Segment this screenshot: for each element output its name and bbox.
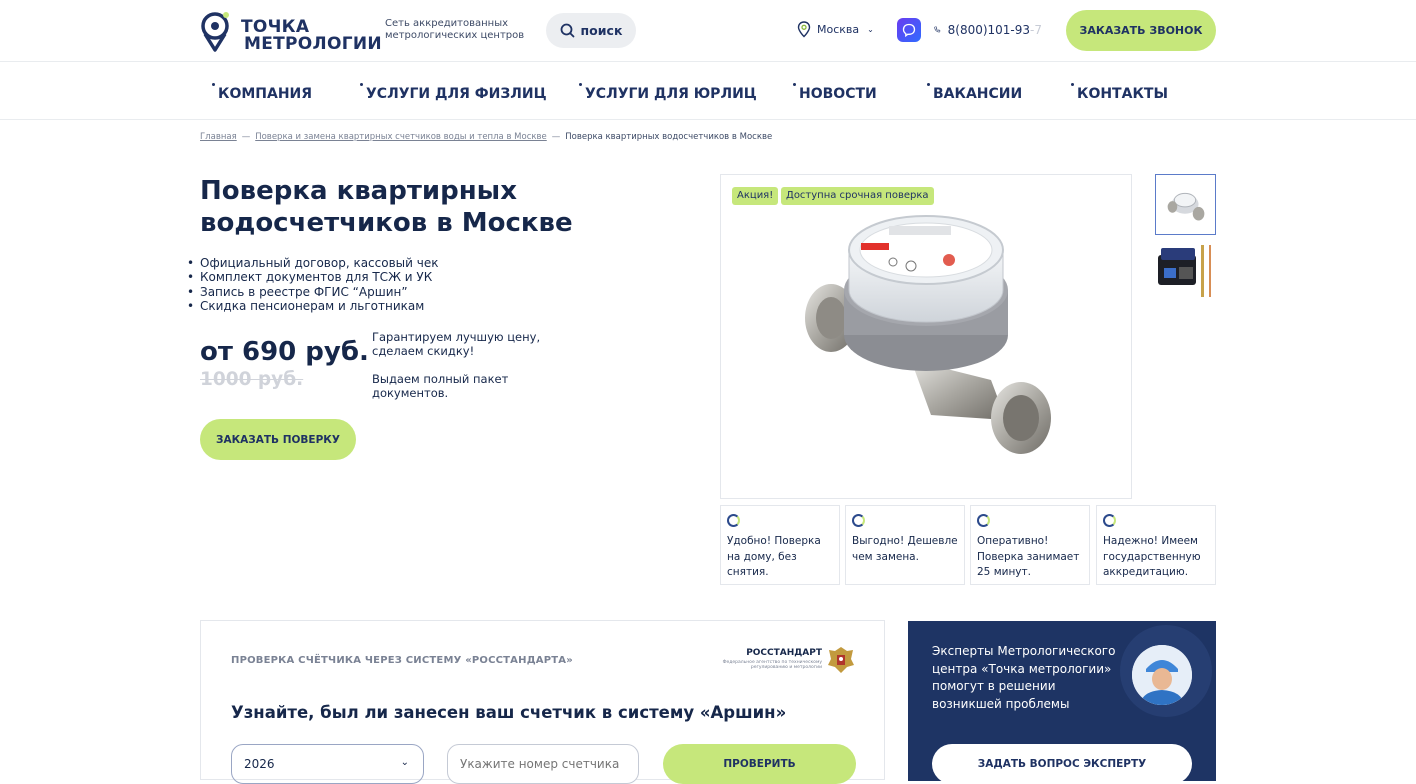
check-circle-icon bbox=[977, 514, 990, 527]
meter-number-input[interactable] bbox=[447, 744, 639, 784]
expert-panel: Эксперты Метрологического центра «Точка … bbox=[908, 621, 1216, 781]
nav-item-legal-entities[interactable]: УСЛУГИ ДЛЯ ЮРЛИЦ bbox=[579, 83, 757, 102]
check-title: Узнайте, был ли занесен ваш счетчик в си… bbox=[231, 703, 787, 722]
benefit-card: Удобно! Поверка на дому, без снятия. bbox=[720, 505, 840, 585]
feature-item: Скидка пенсионерам и льготникам bbox=[187, 299, 438, 314]
feature-list: Официальный договор, кассовый чек Компле… bbox=[187, 256, 438, 314]
logo-icon[interactable] bbox=[200, 10, 232, 52]
breadcrumb-home[interactable]: Главная bbox=[200, 132, 237, 142]
search-button[interactable]: поиск bbox=[546, 13, 636, 48]
arshin-check-panel: ПРОВЕРКА СЧЁТЧИКА ЧЕРЕЗ СИСТЕМУ «РОССТАН… bbox=[200, 620, 885, 784]
benefit-text: Надежно! Имеем государственную аккредита… bbox=[1103, 535, 1201, 578]
benefit-text: Удобно! Поверка на дому, без снятия. bbox=[727, 535, 821, 578]
benefit-text: Выгодно! Дешевле чем замена. bbox=[852, 535, 958, 563]
check-kicker: ПРОВЕРКА СЧЁТЧИКА ЧЕРЕЗ СИСТЕМУ «РОССТАН… bbox=[231, 655, 573, 666]
tagline-line-1: Сеть аккредитованных bbox=[385, 18, 509, 29]
phone-number: 8(800)101-93 bbox=[947, 22, 1031, 37]
logo-text[interactable]: ТОЧКА МЕТРОЛОГИИ bbox=[241, 19, 382, 53]
phone-icon bbox=[934, 26, 941, 33]
urgent-badge: Доступна срочная поверка bbox=[781, 187, 934, 205]
logo-line-2: МЕТРОЛОГИИ bbox=[244, 34, 382, 54]
chevron-down-icon: ⌄ bbox=[400, 757, 409, 768]
price: от 690 руб. bbox=[200, 337, 369, 367]
year-select[interactable]: 2026 ⌄ bbox=[231, 744, 424, 784]
tagline: Сеть аккредитованных метрологических цен… bbox=[385, 18, 535, 42]
breadcrumb-current: Поверка квартирных водосчетчиков в Москв… bbox=[565, 132, 773, 142]
ask-expert-button[interactable]: ЗАДАТЬ ВОПРОС ЭКСПЕРТУ bbox=[932, 744, 1192, 781]
order-call-button[interactable]: ЗАКАЗАТЬ ЗВОНОК bbox=[1066, 10, 1216, 51]
expert-text: Эксперты Метрологического центра «Точка … bbox=[932, 644, 1116, 711]
phone-number-faded: -7 bbox=[1030, 22, 1042, 37]
city-selector[interactable]: Москва ⌄ bbox=[797, 21, 874, 38]
breadcrumb: Главная — Поверка и замена квартирных счет… bbox=[200, 132, 772, 142]
search-icon bbox=[560, 23, 574, 38]
benefit-text: Оперативно! Поверка занимает 25 минут. bbox=[977, 535, 1080, 578]
nav-item-company[interactable]: КОМПАНИЯ bbox=[211, 83, 312, 102]
chevron-down-icon: ⌄ bbox=[867, 25, 874, 34]
feature-item: Комплект документов для ТСЖ и УК bbox=[187, 270, 438, 285]
water-meter-image bbox=[805, 215, 1051, 454]
nav-item-vacancies[interactable]: ВАКАНСИИ bbox=[926, 83, 1022, 102]
benefit-card: Надежно! Имеем государственную аккредита… bbox=[1096, 505, 1216, 585]
promo-badge: Акция! bbox=[732, 187, 779, 205]
feature-item: Официальный договор, кассовый чек bbox=[187, 256, 438, 271]
check-circle-icon bbox=[727, 514, 740, 527]
rosstandart-emblem-icon bbox=[828, 647, 854, 673]
product-image-frame[interactable]: Акция! Доступна срочная поверка bbox=[720, 174, 1132, 499]
viber-icon[interactable] bbox=[897, 18, 921, 42]
check-button[interactable]: ПРОВЕРИТЬ bbox=[663, 744, 856, 784]
thumbnail-equipment-case[interactable] bbox=[1155, 240, 1216, 301]
nav-item-news[interactable]: НОВОСТИ bbox=[793, 83, 877, 102]
main-nav: КОМПАНИЯ УСЛУГИ ДЛЯ ФИЗЛИЦ УСЛУГИ ДЛЯ ЮР… bbox=[0, 62, 1416, 120]
location-pin-icon bbox=[797, 21, 811, 38]
benefit-card: Выгодно! Дешевле чем замена. bbox=[845, 505, 965, 585]
city-label: Москва bbox=[817, 23, 860, 36]
year-selected: 2026 bbox=[244, 757, 275, 771]
site-header: ТОЧКА МЕТРОЛОГИИ Сеть аккредитованных ме… bbox=[0, 0, 1416, 62]
rosstandart-subtitle: Федеральное агентство по техническому ре… bbox=[722, 660, 822, 670]
page-title: Поверка квартирных водосчетчиков в Москв… bbox=[200, 176, 573, 238]
breadcrumb-parent[interactable]: Поверка и замена квартирных счетчиков во… bbox=[255, 132, 547, 142]
documents-note: Выдаем полный пакет документов. bbox=[372, 372, 509, 400]
tagline-line-2: метрологических центров bbox=[385, 30, 525, 41]
old-price: 1000 руб. bbox=[200, 369, 304, 390]
check-circle-icon bbox=[1103, 514, 1116, 527]
search-label: поиск bbox=[580, 23, 623, 38]
breadcrumb-separator: — bbox=[241, 132, 251, 142]
benefit-card: Оперативно! Поверка занимает 25 минут. bbox=[970, 505, 1090, 585]
avatar bbox=[1132, 645, 1192, 705]
nav-item-contacts[interactable]: КОНТАКТЫ bbox=[1071, 83, 1168, 102]
breadcrumb-separator: — bbox=[551, 132, 561, 142]
check-circle-icon bbox=[852, 514, 865, 527]
rosstandart-title: РОССТАНДАРТ bbox=[746, 648, 822, 658]
order-verification-button[interactable]: ЗАКАЗАТЬ ПОВЕРКУ bbox=[200, 419, 356, 460]
best-price-note: Гарантируем лучшую цену, сделаем скидку! bbox=[372, 330, 541, 358]
thumbnail-meter[interactable] bbox=[1155, 174, 1216, 235]
phone-link[interactable]: 8(800)101-93-7 bbox=[934, 22, 1042, 37]
feature-item: Запись в реестре ФГИС “Аршин” bbox=[187, 285, 438, 300]
nav-item-individuals[interactable]: УСЛУГИ ДЛЯ ФИЗЛИЦ bbox=[360, 83, 547, 102]
